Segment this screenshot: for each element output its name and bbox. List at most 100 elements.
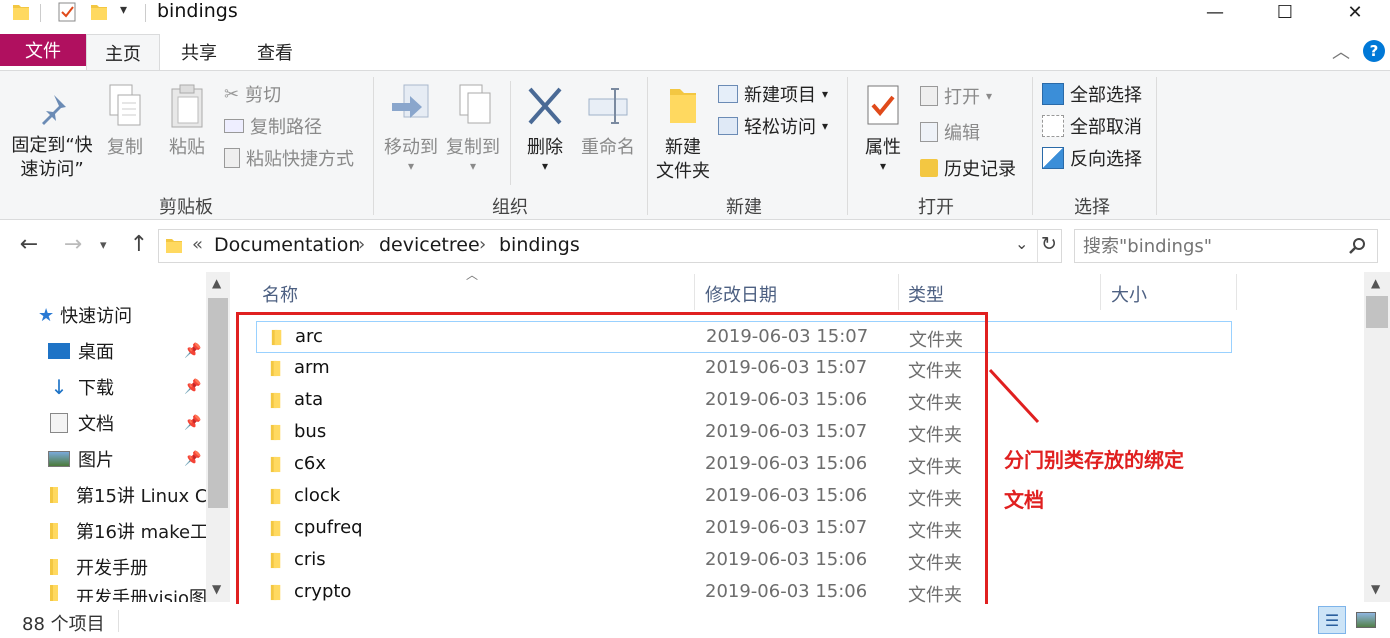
recent-locations-dropdown[interactable]: ▾ [100,238,107,253]
forward-button[interactable]: → [58,232,88,257]
cut-label: 剪切 [245,85,282,106]
pictures-icon [48,451,70,467]
pin-icon[interactable]: 📌 [184,343,201,359]
desktop-icon [48,343,70,359]
copy-button[interactable]: 复制 [102,83,148,160]
chevron-down-icon: ▾ [822,119,829,133]
annotation-text: 分门别类存放的绑定 [1004,448,1184,472]
rename-button[interactable]: 重命名 [576,83,640,160]
easy-access-icon [718,117,738,135]
column-header-name[interactable]: 名称 [262,281,298,307]
edit-button[interactable]: 编辑 [920,117,980,147]
breadcrumb-separator[interactable]: › [358,234,365,255]
group-label-new: 新建 [726,197,762,218]
file-list-scrollbar[interactable]: ▲ ▼ [1364,272,1390,602]
paste-shortcut-button[interactable]: 粘贴快捷方式 [224,143,354,173]
details-view-button[interactable]: ☰ [1318,606,1346,634]
properties-icon[interactable] [58,2,76,22]
nav-item-pictures[interactable]: 图片 📌 [48,442,208,476]
easy-access-button[interactable]: 轻松访问 ▾ [718,111,828,141]
move-to-icon [392,84,429,118]
properties-button[interactable]: 属性 ▾ [858,83,908,172]
divider[interactable] [898,274,899,310]
pin-quick-access-button[interactable]: 固定到“快 速访问” [6,91,98,182]
breadcrumb-bindings[interactable]: bindings [499,234,580,256]
divider[interactable] [1100,274,1101,310]
column-header-date[interactable]: 修改日期 [705,281,777,307]
tab-view[interactable]: 查看 [238,34,312,70]
copy-path-button[interactable]: 复制路径 [224,111,322,141]
close-button[interactable]: ✕ [1332,0,1378,24]
invert-selection-button[interactable]: 反向选择 [1042,143,1142,173]
nav-item-label: 第16讲 make工程 [76,522,206,543]
help-icon[interactable]: ? [1363,40,1385,62]
nav-item-desktop[interactable]: 桌面 📌 [48,334,208,368]
star-icon: ★ [38,304,55,326]
divider [1156,77,1157,215]
address-history-dropdown[interactable]: ⌄ [1015,234,1028,253]
delete-button[interactable]: 删除 ▾ [520,83,570,172]
new-folder-icon[interactable] [90,2,108,22]
tab-file[interactable]: 文件 [0,34,86,66]
nav-item-folder[interactable]: 开发手册visio图片 [48,584,206,602]
pin-icon[interactable]: 📌 [184,415,201,431]
copy-to-button[interactable]: 复制到 ▾ [442,83,504,172]
scissors-icon: ✂ [224,83,240,105]
address-bar[interactable]: « Documentation › devicetree › bindings … [158,229,1062,263]
divider[interactable] [694,274,695,310]
nav-quick-access[interactable]: ★ 快速访问 [38,298,132,332]
pin-icon[interactable]: 📌 [184,379,201,395]
new-folder-button[interactable]: 新建 文件夹 [654,83,712,184]
column-header-size[interactable]: 大小 [1111,281,1147,307]
search-input[interactable] [1083,233,1343,259]
new-item-button[interactable]: 新建项目 ▾ [718,79,828,109]
cut-button[interactable]: ✂ 剪切 [224,79,281,109]
minimize-button[interactable]: — [1192,0,1238,24]
breadcrumb-separator[interactable]: › [479,234,486,255]
paste-button[interactable]: 粘贴 [164,83,210,160]
paste-icon [171,84,203,128]
refresh-icon[interactable]: ↻ [1041,233,1057,255]
scroll-down-arrow[interactable]: ▼ [212,582,221,596]
nav-item-folder[interactable]: 第15讲 Linux C编 [48,478,206,512]
nav-item-folder[interactable]: 开发手册 [48,550,206,584]
search-box[interactable] [1074,229,1378,263]
divider [1032,77,1033,215]
folder-icon [50,559,58,575]
breadcrumb-devicetree[interactable]: devicetree [379,234,480,256]
scroll-down-arrow[interactable]: ▼ [1371,582,1380,596]
ribbon: 固定到“快 速访问” 复制 粘贴 ✂ 剪切 复制路径 粘贴快捷方式 剪贴板 移动… [0,70,1390,220]
nav-item-downloads[interactable]: ↓ 下载 📌 [48,370,208,404]
scrollbar-thumb[interactable] [208,298,228,508]
tab-home[interactable]: 主页 [86,34,160,70]
maximize-button[interactable]: ☐ [1262,0,1308,24]
copy-path-label: 复制路径 [250,117,322,138]
open-button[interactable]: 打开 ▾ [920,81,992,111]
divider[interactable] [1236,274,1237,310]
collapse-ribbon-icon[interactable]: ︿ [1332,38,1350,64]
search-icon[interactable] [1349,237,1367,255]
nav-item-documents[interactable]: 文档 📌 [48,406,208,440]
pin-icon[interactable]: 📌 [184,451,201,467]
nav-item-folder[interactable]: 第16讲 make工程 [48,514,206,548]
column-header-type[interactable]: 类型 [908,281,944,307]
history-button[interactable]: 历史记录 [920,153,1016,183]
up-button[interactable]: ↑ [124,232,154,257]
large-icons-view-button[interactable] [1352,606,1380,634]
scrollbar-thumb[interactable] [1366,296,1388,328]
history-label: 历史记录 [944,159,1016,180]
nav-pane-scrollbar[interactable]: ▲ ▼ [206,272,230,602]
scroll-up-arrow[interactable]: ▲ [1371,276,1380,290]
scroll-up-arrow[interactable]: ▲ [212,276,221,290]
select-none-button[interactable]: 全部取消 [1042,111,1142,141]
qat-customize-dropdown[interactable]: ▾ [120,2,127,18]
properties-label: 属性 [865,137,901,158]
back-button[interactable]: ← [14,232,44,257]
address-overflow[interactable]: « [192,234,203,255]
select-all-button[interactable]: 全部选择 [1042,79,1142,109]
tab-share[interactable]: 共享 [162,34,236,70]
nav-item-label: 图片 [78,450,114,471]
copy-to-icon [459,84,491,124]
move-to-button[interactable]: 移动到 ▾ [380,83,442,172]
breadcrumb-documentation[interactable]: Documentation [214,234,360,256]
